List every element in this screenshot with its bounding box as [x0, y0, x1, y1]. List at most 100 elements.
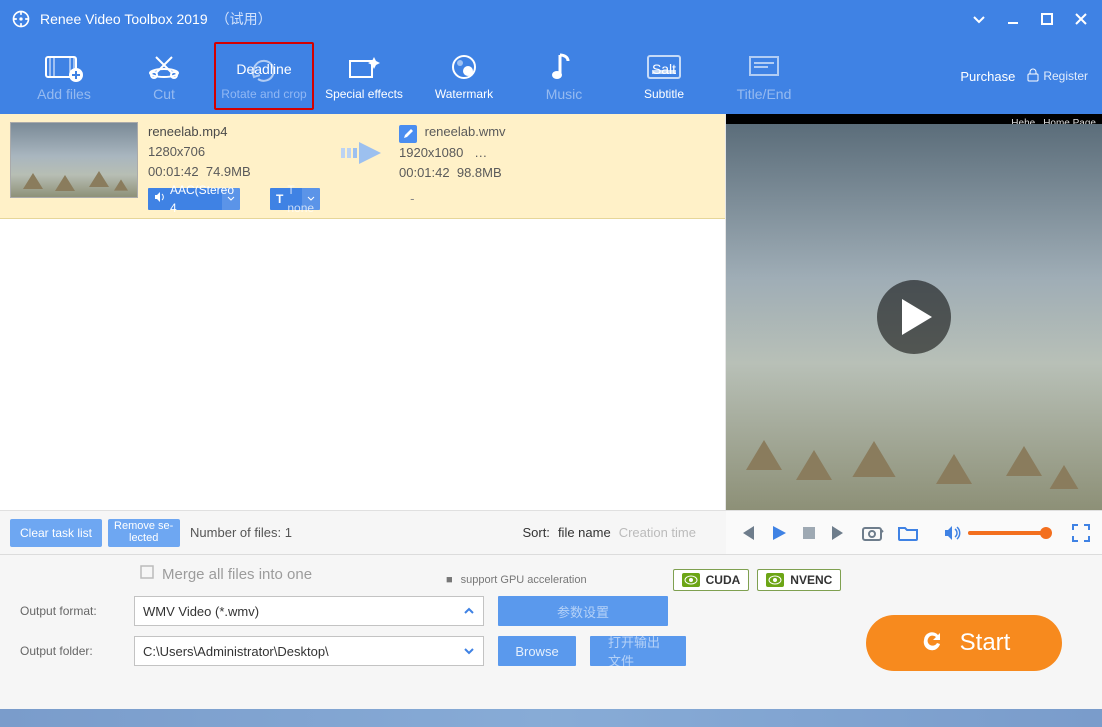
cut-label: Cut [153, 87, 175, 102]
output-format-label: Output format: [20, 604, 120, 618]
chevron-down-icon [302, 188, 320, 210]
start-label: Start [960, 629, 1011, 657]
deadline-overlay: Deadline [236, 62, 291, 77]
sort-controls: Sort: file name Creation time [522, 525, 696, 540]
subtitle-tool[interactable]: Salt Subtitle [614, 42, 714, 110]
chevron-down-icon [222, 188, 240, 210]
preview-frame [726, 124, 1102, 510]
source-filename: reneelab.mp4 [148, 122, 333, 142]
gpu-acceleration: ■ support GPU acceleration CUDA NVENC [446, 569, 841, 591]
title-end-icon [746, 49, 782, 85]
number-of-files: Number of files: 1 [190, 525, 292, 540]
dest-resolution: 1920x1080 [399, 145, 463, 160]
fullscreen-button[interactable] [1072, 524, 1090, 542]
gpu-label: support GPU acceleration [461, 574, 587, 586]
source-duration: 00:01:42 [148, 164, 199, 179]
open-folder-button[interactable] [898, 525, 918, 541]
volume-slider[interactable] [968, 531, 1050, 535]
chevron-up-icon [463, 604, 475, 619]
film-plus-icon [44, 49, 84, 85]
sort-label: Sort: [522, 525, 549, 540]
next-button[interactable] [830, 524, 848, 542]
prev-button[interactable] [738, 524, 756, 542]
trial-label: （试用） [216, 9, 272, 29]
clear-task-list-button[interactable]: Clear task list [10, 519, 102, 547]
audio-track-selector[interactable]: AAC(Stereo 4 [148, 188, 240, 210]
volume-icon[interactable] [944, 525, 962, 541]
sort-creation-time[interactable]: Creation time [619, 525, 696, 540]
lock-icon [1027, 68, 1039, 85]
add-files-label: Add files [37, 87, 91, 102]
sparkle-icon [346, 50, 382, 86]
title-end-tool[interactable]: Title/End [714, 42, 814, 110]
maximize-button[interactable] [1030, 0, 1064, 38]
cuda-badge: CUDA [673, 569, 750, 591]
play-button[interactable] [770, 524, 788, 542]
output-panel: Merge all files into one ■ support GPU a… [0, 554, 1102, 709]
cut-tool[interactable]: Cut [114, 42, 214, 110]
source-resolution: 1280x706 [148, 142, 333, 162]
output-format-value: WMV Video (*.wmv) [143, 604, 259, 619]
source-size: 74.9MB [206, 164, 251, 179]
output-folder-value: C:\Users\Administrator\Desktop\ [143, 644, 329, 659]
rotate-crop-tool[interactable]: Deadline Rotate and crop [214, 42, 314, 110]
task-row[interactable]: reneelab.mp4 1280x706 00:01:42 74.9MB AA… [0, 114, 725, 219]
output-format-select[interactable]: WMV Video (*.wmv) [134, 596, 484, 626]
output-folder-select[interactable]: C:\Users\Administrator\Desktop\ [134, 636, 484, 666]
preview-play-button[interactable] [877, 280, 951, 354]
output-folder-label: Output folder: [20, 644, 120, 658]
footer-strip [0, 709, 1102, 727]
music-tool[interactable]: Music [514, 42, 614, 110]
register-label: Register [1043, 69, 1088, 83]
task-list-footer: Clear task list Remove se- lected Number… [0, 510, 726, 554]
subtitle-overlay: Salt [652, 62, 676, 77]
dest-size: 98.8MB [457, 165, 502, 180]
start-button[interactable]: Start [866, 615, 1062, 671]
merge-all-label: Merge all files into one [162, 566, 312, 583]
parameter-settings-button[interactable]: 参数设置 [498, 596, 668, 626]
app-logo-icon [10, 8, 32, 30]
snapshot-button[interactable] [862, 524, 884, 542]
scissors-icon [146, 49, 182, 85]
preview-panel: Hehe Home Page [726, 114, 1102, 510]
dest-ellipsis: … [474, 145, 487, 160]
special-effects-tool[interactable]: Special effects [314, 42, 414, 110]
watermark-icon [448, 50, 480, 86]
subtitle-small-icon: T [276, 190, 283, 209]
task-list: reneelab.mp4 1280x706 00:01:42 74.9MB AA… [0, 114, 726, 510]
rotate-crop-label: Rotate and crop [221, 88, 306, 101]
nvenc-badge: NVENC [757, 569, 841, 591]
app-title: Renee Video Toolbox 2019 [40, 11, 208, 27]
dest-info: reneelab.wmv 1920x1080 … 00:01:42 98.8MB [399, 122, 506, 183]
music-label: Music [546, 87, 583, 102]
speaker-icon [154, 190, 166, 209]
refresh-icon [918, 626, 946, 661]
chevron-down-icon [463, 644, 475, 659]
watermark-label: Watermark [435, 88, 493, 101]
dest-filename: reneelab.wmv [425, 124, 506, 139]
dropdown-button[interactable] [962, 0, 996, 38]
player-controls [726, 510, 1102, 554]
dest-duration: 00:01:42 [399, 165, 450, 180]
special-effects-label: Special effects [325, 88, 403, 101]
title-end-label: Title/End [737, 87, 792, 102]
watermark-tool[interactable]: Watermark [414, 42, 514, 110]
purchase-link[interactable]: Purchase [960, 69, 1015, 84]
nvidia-eye-icon [682, 573, 700, 587]
open-output-button[interactable]: 打开输出文件 [590, 636, 686, 666]
subtitle-track-selector[interactable]: T T none [270, 188, 320, 210]
register-link[interactable]: Register [1027, 68, 1088, 85]
titlebar: Renee Video Toolbox 2019 （试用） [0, 0, 1102, 38]
remove-selected-button[interactable]: Remove se- lected [108, 519, 180, 547]
minimize-button[interactable] [996, 0, 1030, 38]
browse-button[interactable]: Browse [498, 636, 576, 666]
nvidia-eye-icon [766, 573, 784, 587]
subtitle-label: Subtitle [644, 88, 684, 101]
checkbox-icon[interactable] [140, 565, 154, 584]
close-button[interactable] [1064, 0, 1098, 38]
sort-filename[interactable]: file name [558, 525, 611, 540]
dash-label: - [410, 189, 414, 209]
stop-button[interactable] [802, 526, 816, 540]
source-info: reneelab.mp4 1280x706 00:01:42 74.9MB AA… [148, 122, 333, 210]
add-files-tool[interactable]: Add files [14, 42, 114, 110]
